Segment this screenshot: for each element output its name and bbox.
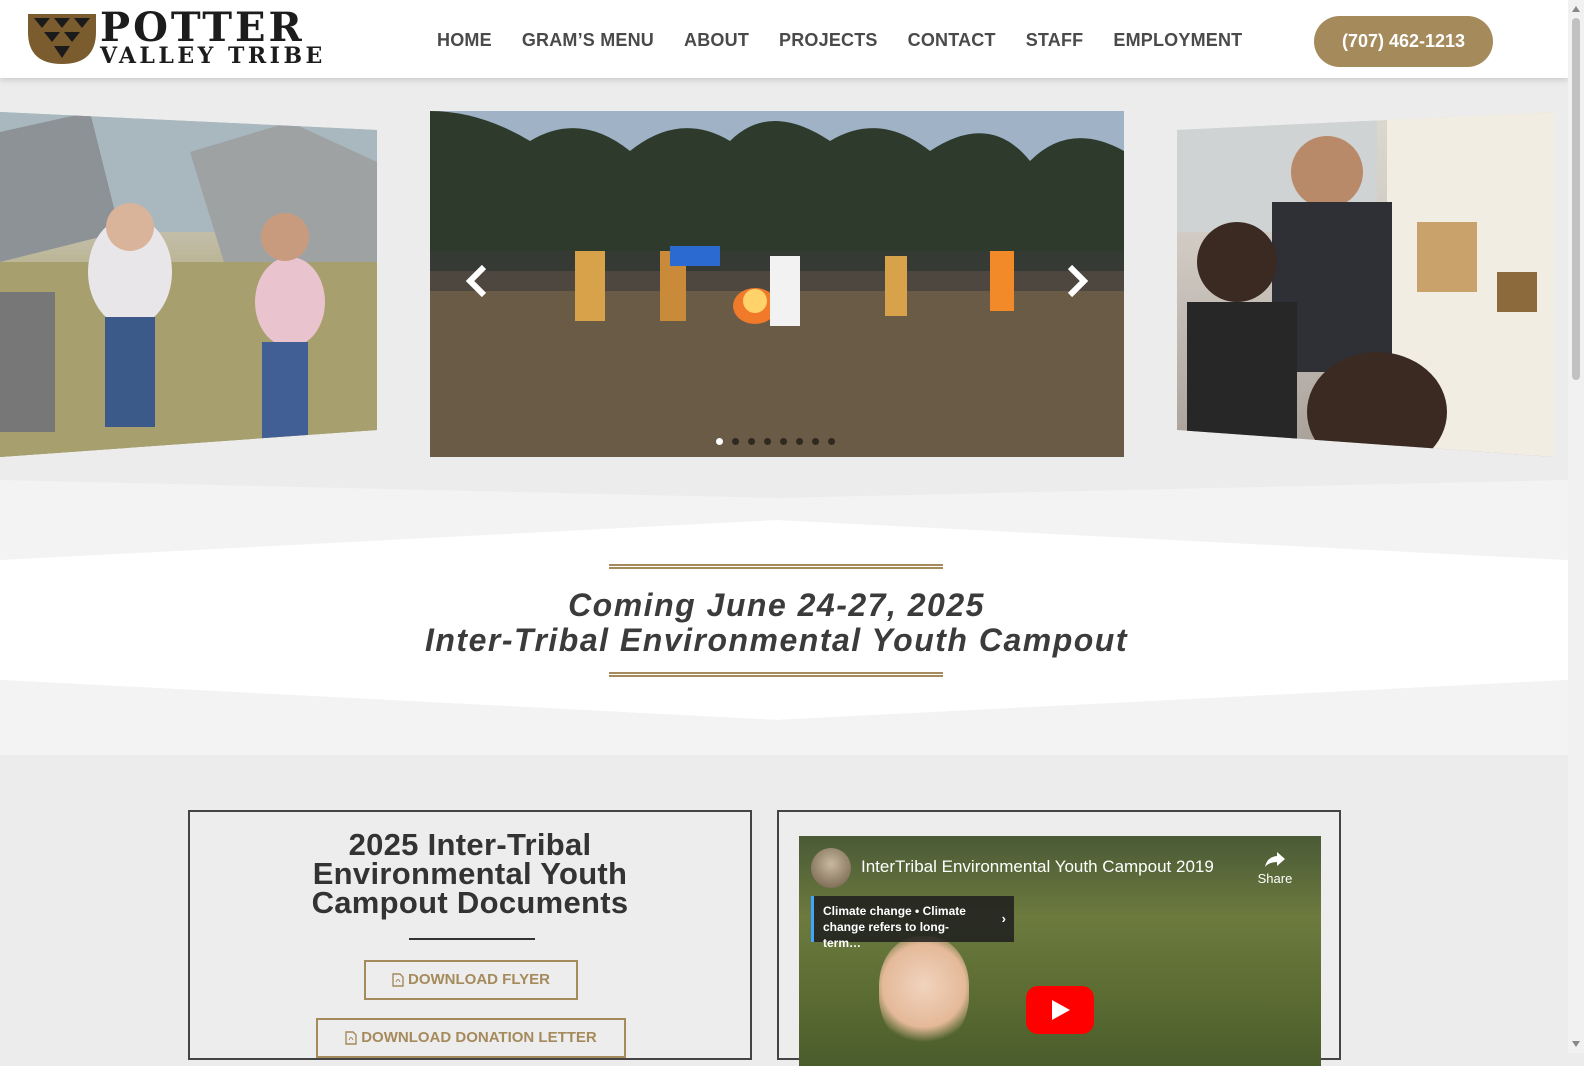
share-arrow-icon [1265,852,1285,867]
nav-about[interactable]: ABOUT [684,30,749,51]
site-header: POTTER VALLEY TRIBE HOME GRAM’S MENU ABO… [0,0,1568,78]
carousel-slide-previous[interactable] [0,112,377,457]
documents-card: 2025 Inter-Tribal Environmental Youth Ca… [188,810,752,1060]
info-card[interactable]: Climate change • Climate change refers t… [811,896,1014,950]
documents-divider [409,938,535,940]
download-donation-letter-label: DOWNLOAD DONATION LETTER [361,1029,597,1046]
hero-carousel [0,78,1568,478]
carousel-dot[interactable] [748,438,755,445]
video-thumbnail-child [879,936,969,1046]
chevron-right-icon: › [1001,911,1006,926]
carousel-dot[interactable] [716,438,723,445]
main-nav: HOME GRAM’S MENU ABOUT PROJECTS CONTACT … [437,30,1242,51]
banner-event-title: Inter-Tribal Environmental Youth Campout [424,622,1128,658]
download-donation-letter-button[interactable]: DOWNLOAD DONATION LETTER [316,1018,626,1058]
scroll-down-arrow-icon[interactable] [1572,1041,1580,1047]
carousel-dot[interactable] [812,438,819,445]
nav-staff[interactable]: STAFF [1026,30,1084,51]
info-card-text: Climate change • Climate change refers t… [823,904,966,950]
pdf-file-icon [392,973,404,987]
carousel-dot[interactable] [732,438,739,445]
share-button[interactable]: Share [1254,850,1296,886]
banner-top-rule [609,564,943,569]
download-flyer-label: DOWNLOAD FLYER [408,971,550,988]
nav-employment[interactable]: EMPLOYMENT [1113,30,1242,51]
dance-ceremony-photo [430,111,1124,457]
chevron-left-icon[interactable] [458,261,498,301]
nav-home[interactable]: HOME [437,30,492,51]
play-button-icon[interactable] [1026,986,1094,1034]
documents-title-line: 2025 Inter-Tribal [348,827,592,862]
carousel-dot[interactable] [796,438,803,445]
carousel-slide-active[interactable] [430,111,1124,457]
site-logo[interactable]: POTTER VALLEY TRIBE [26,6,366,69]
channel-avatar[interactable] [811,848,851,888]
youtube-embed[interactable]: InterTribal Environmental Youth Campout … [799,836,1321,1066]
carousel-dot[interactable] [764,438,771,445]
pdf-file-icon [345,1031,357,1045]
video-card: InterTribal Environmental Youth Campout … [777,810,1341,1066]
download-flyer-button[interactable]: DOWNLOAD FLYER [364,960,578,1000]
logo-text-valley-tribe: VALLEY TRIBE [100,43,326,69]
carousel-dot[interactable] [828,438,835,445]
share-label: Share [1257,871,1293,886]
carousel-slide-next[interactable] [1177,112,1554,457]
banner-bottom-rule [609,672,943,677]
nav-contact[interactable]: CONTACT [908,30,996,51]
campers-photo [0,112,377,457]
tribe-logo-icon [28,14,96,64]
chevron-right-icon[interactable] [1056,261,1096,301]
documents-title-line: Environmental Youth [312,856,628,891]
documents-title-line: Campout Documents [311,885,629,920]
nav-projects[interactable]: PROJECTS [779,30,878,51]
phone-button[interactable]: (707) 462-1213 [1314,16,1493,67]
banner-date: Coming June 24-27, 2025 [568,587,985,623]
documents-title: 2025 Inter-Tribal Environmental Youth Ca… [190,827,750,920]
page-scrollbar[interactable] [1568,0,1584,1053]
carousel-dot[interactable] [780,438,787,445]
scroll-thumb[interactable] [1572,18,1580,380]
carousel-pagination [716,438,835,445]
scroll-up-arrow-icon[interactable] [1572,6,1580,12]
nav-grams-menu[interactable]: GRAM’S MENU [522,30,654,51]
video-title[interactable]: InterTribal Environmental Youth Campout … [861,857,1214,877]
campout-announcement: Coming June 24-27, 2025 Inter-Tribal Env… [0,480,1568,755]
educator-photo [1177,112,1554,457]
